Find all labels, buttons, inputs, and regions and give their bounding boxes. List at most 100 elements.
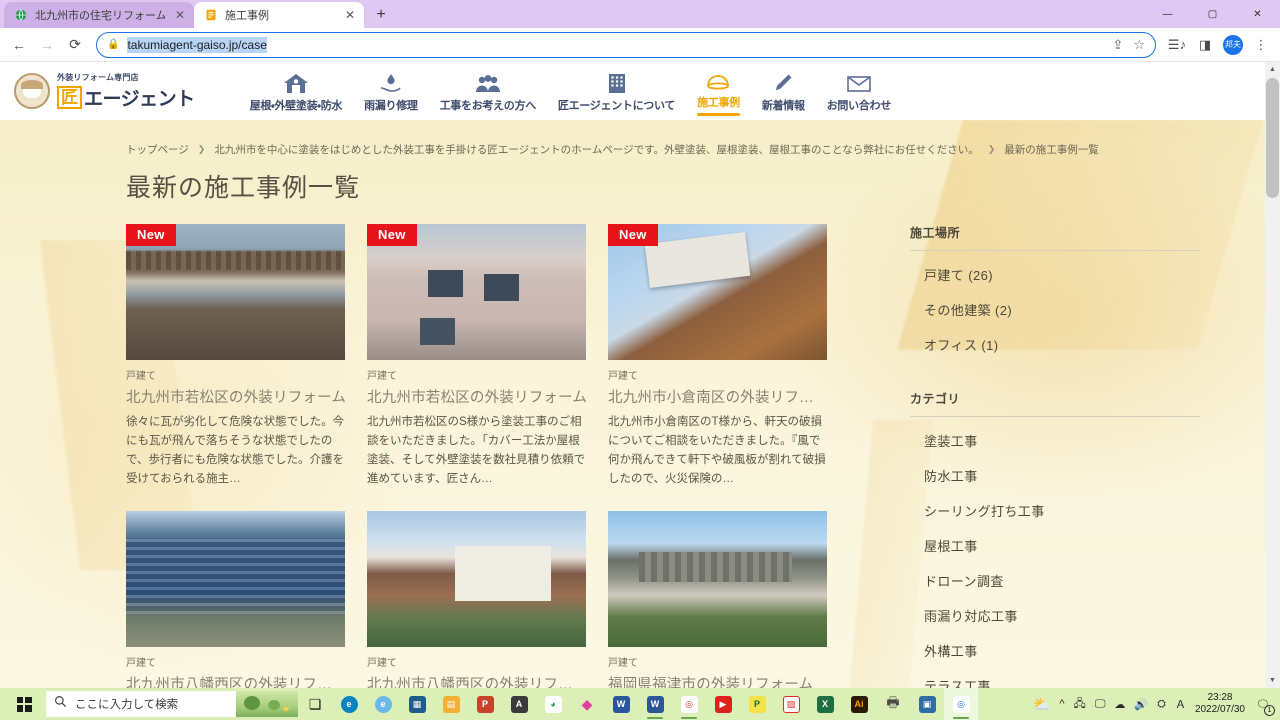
nav-item-considering-construction[interactable]: 工事をお考えの方へ [429, 62, 547, 118]
notification-icon[interactable]: 🗨 1 [1254, 695, 1275, 716]
taskbar-clock[interactable]: 23:28 2022/07/30 [1195, 692, 1245, 717]
task-view-icon[interactable]: ❏ [298, 688, 332, 720]
case-thumbnail[interactable]: New [126, 224, 345, 360]
atok-icon[interactable]: A [502, 688, 536, 720]
printer-icon[interactable]: 🖶 [876, 688, 910, 720]
site-logo[interactable]: 外装リフォーム専門店 匠 エージェント [14, 72, 195, 111]
word-icon[interactable]: W [604, 688, 638, 720]
case-title[interactable]: 北九州市若松区の外装リフォーム [126, 386, 345, 407]
breadcrumb-item-description[interactable]: 北九州市を中心に塗装をはじめとした外装工事を手掛ける匠エージェントのホームページ… [214, 142, 978, 157]
device-icon[interactable]: 🖧 [1074, 695, 1086, 714]
case-thumbnail[interactable] [367, 510, 586, 647]
edge-icon[interactable]: e [332, 688, 366, 720]
reload-button[interactable]: ⟳ [62, 32, 88, 58]
browser-tab-1[interactable]: 北九州市の住宅リフォーム会社なら匠 ✕ [4, 2, 194, 28]
back-button[interactable]: ← [6, 32, 32, 58]
photos-icon[interactable]: ▣ [910, 688, 944, 720]
weather-cloud-sun-icon[interactable]: ⛅ [1033, 696, 1050, 713]
new-tab-button[interactable]: + [368, 2, 394, 28]
sidebar-item-exterior-structure[interactable]: 外構工事 [910, 633, 1200, 668]
case-card[interactable]: New 戸建て 北九州市若松区の外装リフォーム 北九州市若松区のS様から塗装工事… [367, 224, 586, 489]
case-excerpt: 北九州市小倉南区のT様から、軒天の破損についてご相談をいただきました。『風で何か… [608, 416, 826, 485]
breadcrumb-item-home[interactable]: トップページ [126, 142, 189, 157]
ime-tool-icon[interactable]: ⛭ [1157, 698, 1166, 711]
sidepanel-icon[interactable]: ◨ [1192, 32, 1218, 58]
page-scrollbar[interactable]: ▲ ▼ [1265, 62, 1280, 688]
share-icon[interactable]: ⇪ [1112, 37, 1123, 53]
sidebar-item-drone-survey[interactable]: ドローン調査 [910, 563, 1200, 598]
cloud-error-icon[interactable]: ☁ [1114, 698, 1125, 711]
chrome-profile-icon[interactable]: ◎ [672, 688, 706, 720]
browser-tab-2-close-icon[interactable]: ✕ [342, 7, 358, 23]
case-card[interactable]: 戸建て 北九州市八幡西区の外装リフ… 弊社にて塗装工事中のご近所様・一条工 [367, 510, 586, 688]
case-thumbnail[interactable]: New [367, 224, 586, 360]
close-window-button[interactable]: ✕ [1235, 0, 1280, 28]
sidebar-item-detached-house[interactable]: 戸建て (26) [910, 257, 1200, 292]
internet-explorer-icon[interactable]: e [366, 688, 400, 720]
case-title[interactable]: 北九州市若松区の外装リフォーム [367, 386, 586, 407]
file-explorer-icon[interactable]: ▤ [434, 688, 468, 720]
case-card[interactable]: New 戸建て 北九州市若松区の外装リフォーム 徐々に瓦が劣化して危険な状態でし… [126, 224, 345, 489]
tray-expand-chevron-icon[interactable]: ^ [1059, 698, 1064, 710]
case-thumbnail[interactable] [608, 510, 827, 647]
excel-icon[interactable]: X [808, 688, 842, 720]
star-icon[interactable]: ☆ [1133, 37, 1145, 53]
scroll-up-arrow-icon[interactable]: ▲ [1265, 62, 1280, 77]
microsoft-store-icon[interactable]: ▦ [400, 688, 434, 720]
nav-item-leak-repair[interactable]: 雨漏り修理 [353, 62, 429, 118]
new-badge: New [126, 224, 176, 246]
case-thumbnail[interactable] [126, 510, 345, 647]
sidebar-item-terrace[interactable]: テラス工事 [910, 668, 1200, 688]
profile-avatar[interactable]: 邦夫 [1220, 32, 1246, 58]
sidebar-item-painting[interactable]: 塗装工事 [910, 423, 1200, 458]
browser-tab-1-close-icon[interactable]: ✕ [172, 7, 188, 23]
start-button[interactable] [2, 688, 46, 720]
display-icon[interactable]: 🖵 [1095, 698, 1106, 711]
case-title[interactable]: 北九州市八幡西区の外装リフ… [126, 673, 345, 688]
nav-item-case-studies[interactable]: 施工事例 [686, 62, 751, 118]
forward-button[interactable]: → [34, 32, 60, 58]
page-scrollbar-thumb[interactable] [1266, 78, 1279, 198]
youtube-icon[interactable]: ▶ [706, 688, 740, 720]
sidebar-item-other-building[interactable]: その他建築 (2) [910, 292, 1200, 327]
nav-item-about[interactable]: 匠エージェントについて [547, 62, 686, 118]
reading-list-icon[interactable]: ☰♪ [1164, 32, 1190, 58]
mascot-logo-icon [14, 73, 50, 109]
powerpoint-icon[interactable]: P [468, 688, 502, 720]
browser-tab-2[interactable]: 施工事例 ✕ [194, 2, 364, 28]
volume-icon[interactable]: 🔊 [1134, 698, 1148, 711]
illustrator-icon[interactable]: Ai [842, 688, 876, 720]
case-excerpt: 徐々に瓦が劣化して危険な状態でした。今にも瓦が飛んで落ちそうな状態でしたので、歩… [126, 416, 345, 485]
color-app-icon[interactable]: ◕ [536, 688, 570, 720]
taskbar-search-box[interactable]: ここに入力して検索 [46, 691, 298, 717]
sidebar: 施工場所 戸建て (26) その他建築 (2) オフィス (1) カテゴリ 塗装… [910, 224, 1200, 688]
scroll-down-arrow-icon[interactable]: ▼ [1265, 673, 1280, 688]
ime-a-icon[interactable]: Ａ [1175, 696, 1186, 712]
photoeditor-icon[interactable]: P [740, 688, 774, 720]
address-bar[interactable]: 🔒 takumiagent-gaiso.jp/case ⇪ ☆ [96, 31, 1156, 58]
nav-item-contact[interactable]: お問い合わせ [816, 62, 902, 118]
case-thumbnail[interactable]: New [608, 224, 827, 360]
chrome-icon[interactable]: ◎ [944, 688, 978, 720]
case-title[interactable]: 北九州市小倉南区の外装リフ… [608, 386, 827, 407]
sidebar-item-sealing[interactable]: シーリング打ち工事 [910, 493, 1200, 528]
case-card[interactable]: 戸建て 福岡県福津市の外装リフォーム 福岡県福津市のS様宅で通常点検を行い [608, 510, 827, 688]
case-excerpt: 北九州市若松区のS様から塗装工事のご相談をいただきました。「カバー工法か屋根塗装… [367, 416, 586, 485]
pdf-scan-icon[interactable]: ▨ [774, 688, 808, 720]
case-card[interactable]: 戸建て 北九州市八幡西区の外装リフ… 北九州市八幡西区のユーザーS様から、ご [126, 510, 345, 688]
sidebar-item-leak-work[interactable]: 雨漏り対応工事 [910, 598, 1200, 633]
word-doc-icon[interactable]: W [638, 688, 672, 720]
browser-menu-icon[interactable]: ⋮ [1248, 32, 1274, 58]
sidebar-item-waterproofing[interactable]: 防水工事 [910, 458, 1200, 493]
case-card[interactable]: New 戸建て 北九州市小倉南区の外装リフ… 北九州市小倉南区のT様から、軒天の… [608, 224, 827, 489]
sidebar-item-roofing[interactable]: 屋根工事 [910, 528, 1200, 563]
case-title[interactable]: 福岡県福津市の外装リフォーム [608, 673, 827, 688]
case-title[interactable]: 北九州市八幡西区の外装リフ… [367, 673, 586, 688]
nav-item-news[interactable]: 新着情報 [751, 62, 816, 118]
minimize-button[interactable]: — [1145, 0, 1190, 28]
drop-app-icon[interactable]: ◆ [570, 688, 604, 720]
nav-item-roof-wall-paint[interactable]: 屋根・外壁塗装・防水 [239, 62, 353, 118]
sidebar-item-office[interactable]: オフィス (1) [910, 327, 1200, 362]
maximize-button[interactable]: ▢ [1190, 0, 1235, 28]
people-group-icon [475, 72, 501, 94]
